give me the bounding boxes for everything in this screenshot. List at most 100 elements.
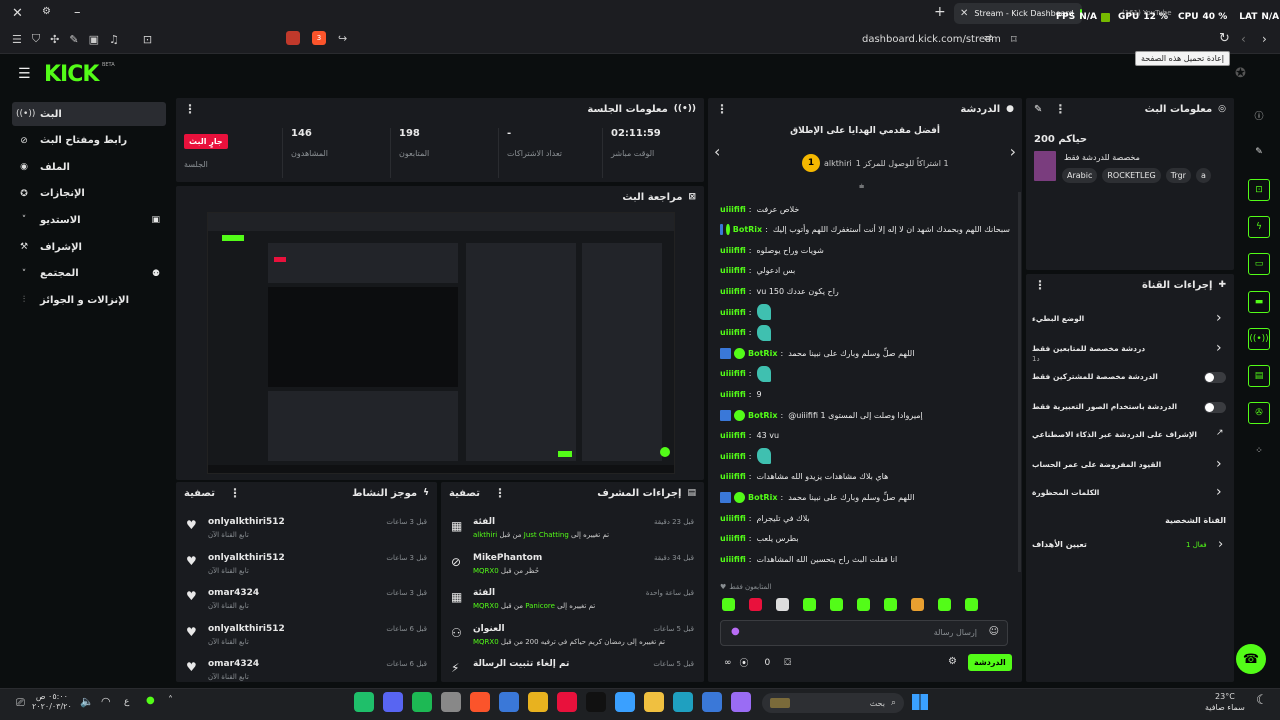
chat-message[interactable]: uiiififi: بلاك في تليجرام [720,509,1010,527]
new-tab-icon[interactable]: + [934,4,946,20]
mod-more-icon[interactable]: ⋮ [494,486,506,500]
taskbar-clock[interactable]: ٠٥:٠٠ ص ٢٠٢٠/٠٣/٢٠ [32,692,72,712]
pinned-icon[interactable]: ⩧ [859,182,864,192]
chat-message[interactable]: uiiififi:9 [720,385,1010,403]
brave-shield-icon[interactable]: 3 [312,31,326,45]
chat-username[interactable]: uiiififi [720,534,746,543]
chat-message[interactable]: uiiififi: [720,365,1010,383]
emote-icon[interactable] [722,598,735,611]
scan-icon[interactable]: ⊡ [1248,178,1270,201]
chat-username[interactable]: uiiififi [720,514,746,523]
store-icon[interactable] [615,692,635,712]
mod-action-item[interactable]: ⚇ العنوان تم تغييره إلى رمضان كريم حياكم ف… [441,621,704,653]
sidebar-item[interactable]: ˅ الاستديو ▣ [12,208,166,232]
activity-item[interactable]: ♥ onlyalkthiri512 تابع القناة الآن قبل 3 سا… [176,514,437,546]
weather-widget[interactable]: 23°C سماء صافية [1205,691,1245,713]
spotify-icon[interactable] [412,692,432,712]
chat-settings-icon[interactable]: ⚙ [948,656,957,667]
mic-tray-icon[interactable]: ● [146,695,155,706]
emote-icon[interactable] [749,598,762,611]
chat-message[interactable]: uiiififi: بس ادعولي [720,262,1010,280]
chat-username[interactable]: BotRix [748,411,777,420]
activity-more-icon[interactable]: ⋮ [229,486,241,500]
chevron-right-icon[interactable]: › [1216,310,1222,326]
emote-icon[interactable] [911,598,924,611]
activity-item[interactable]: ♥ omar4324 تابع القناة الآن قبل 6 ساعات [176,656,437,682]
gifter-promo[interactable]: ‹ › أفضل مقدمي الهدايا على الإطلاق 1 اشت… [708,120,1022,192]
tab-close-icon[interactable]: ✕ [960,8,968,19]
promo-next-icon[interactable]: › [1010,142,1016,161]
volume-icon[interactable]: 🔈 [80,695,94,708]
chat-username[interactable]: uiiififi [720,266,746,275]
windows-start-icon[interactable] [912,694,928,710]
emote-icon[interactable] [938,598,951,611]
reload-icon[interactable]: ↻ [1219,31,1230,46]
chat-message[interactable]: uiiififi: vu راح يكون عددك 150 [720,282,1010,300]
mod-action-item[interactable]: ▦ الفئة تم تغييره إلى Panicore من قبل MQRX… [441,585,704,617]
bolt-icon[interactable]: ϟ [1248,215,1270,238]
detail-user[interactable]: MQRX0 [473,638,499,646]
chat-username[interactable]: uiiififi [720,246,746,255]
emoji-icon[interactable]: ☺ [989,626,999,637]
folder-icon[interactable] [644,692,664,712]
chat-username[interactable]: uiiififi [720,555,746,564]
chat-send-button[interactable]: الدردشة [968,654,1012,671]
chat-input[interactable]: إرسال رسالة ☺ ● [720,620,1008,646]
chevron-right-icon[interactable]: › [1216,456,1222,472]
more-options-icon[interactable]: ⋮ [184,102,196,116]
back-arrow-icon[interactable]: ‹ [1241,32,1246,46]
edge-icon[interactable] [673,692,693,712]
app-green-icon[interactable] [354,692,374,712]
chat-username[interactable]: uiiififi [720,287,746,296]
settings-icon[interactable]: ⚙ [42,6,51,17]
sidebar-item[interactable]: ((•)) البث [12,102,166,126]
chat-username[interactable]: BotRix [748,349,777,358]
chat-username[interactable]: BotRix [733,225,762,234]
chevron-right-icon[interactable]: › [1216,484,1222,500]
tabs-icon[interactable]: ✎ [69,33,78,46]
app-blue-icon[interactable] [499,692,519,712]
chat-message[interactable]: BotRix: اللهم صلِّ وسلم وبارك على نبينا م… [720,488,1010,506]
chat-message[interactable]: uiiififi:43 vu [720,427,1010,445]
emote-icon[interactable] [803,598,816,611]
bookmark-icon[interactable]: ⌑ [1011,33,1017,46]
chat-username[interactable]: uiiififi [720,472,746,481]
mod-action-item[interactable]: ▦ الفئة تم تغييره إلى Just Chatting من قبل… [441,514,704,546]
chat-username[interactable]: uiiififi [720,431,746,440]
sidebar-item[interactable]: ◉ الملف [12,155,166,179]
chat-message[interactable]: BotRix: اللهم صلِّ وسلم وبارك على نبينا م… [720,344,1010,362]
detail-user[interactable]: alkthiri [473,531,497,539]
toggle-switch[interactable] [1204,402,1226,413]
brave-icon[interactable] [470,692,490,712]
tiktok-icon[interactable] [586,692,606,712]
emote-icon[interactable] [884,598,897,611]
url-text[interactable]: dashboard.kick.com/stream [862,34,1001,45]
sidebar-item[interactable]: ⊘ رابط ومفتاح البث [12,129,166,153]
chat-username[interactable]: uiiififi [720,205,746,214]
mod-action-item[interactable]: ⚡ تم إلغاء تثبيت الرسالة قبل 5 ساعات [441,656,704,682]
kick-logo[interactable]: KICK BETA [44,62,115,87]
chat-message[interactable]: uiiififi: انا قفلت البث راح يتحسين الله ا… [720,550,1010,568]
screenshot-icon[interactable]: ⊡ [143,33,152,46]
chat-message[interactable]: uiiififi: بطرس يلعب [720,530,1010,548]
promo-prev-icon[interactable]: ‹ [714,142,720,161]
toggle-switch[interactable] [1204,372,1226,383]
layers-icon[interactable]: ▤ [1248,365,1270,388]
goals-chevron-icon[interactable]: › [1218,537,1223,552]
chat-message[interactable]: uiiififi: خلاص عرفت [720,200,1010,218]
hamburger-menu-icon[interactable]: ☰ [18,66,31,82]
goals-row[interactable]: تعيين الأهداف فعال 1 › [1026,536,1234,556]
tag-chip[interactable]: ROCKETLEG [1102,168,1161,183]
close-window-icon[interactable]: ✕ [12,6,23,21]
chat-username[interactable]: uiiififi [720,369,746,378]
apps-icon[interactable]: ⁘ [1248,440,1270,462]
chat-username[interactable]: uiiififi [720,390,746,399]
channel-action-item[interactable]: القيود المفروضة على عمر الحساب › [1026,456,1234,480]
infinity-icon[interactable]: ∞ [724,658,732,668]
youtube-icon[interactable] [557,692,577,712]
discord-icon[interactable] [383,692,403,712]
support-chat-button[interactable]: ☎ [1236,644,1266,674]
external-link-icon[interactable]: ↗ [1216,428,1224,438]
chat-message[interactable]: uiiififi: [720,303,1010,321]
language-indicator[interactable]: ع [124,697,129,707]
